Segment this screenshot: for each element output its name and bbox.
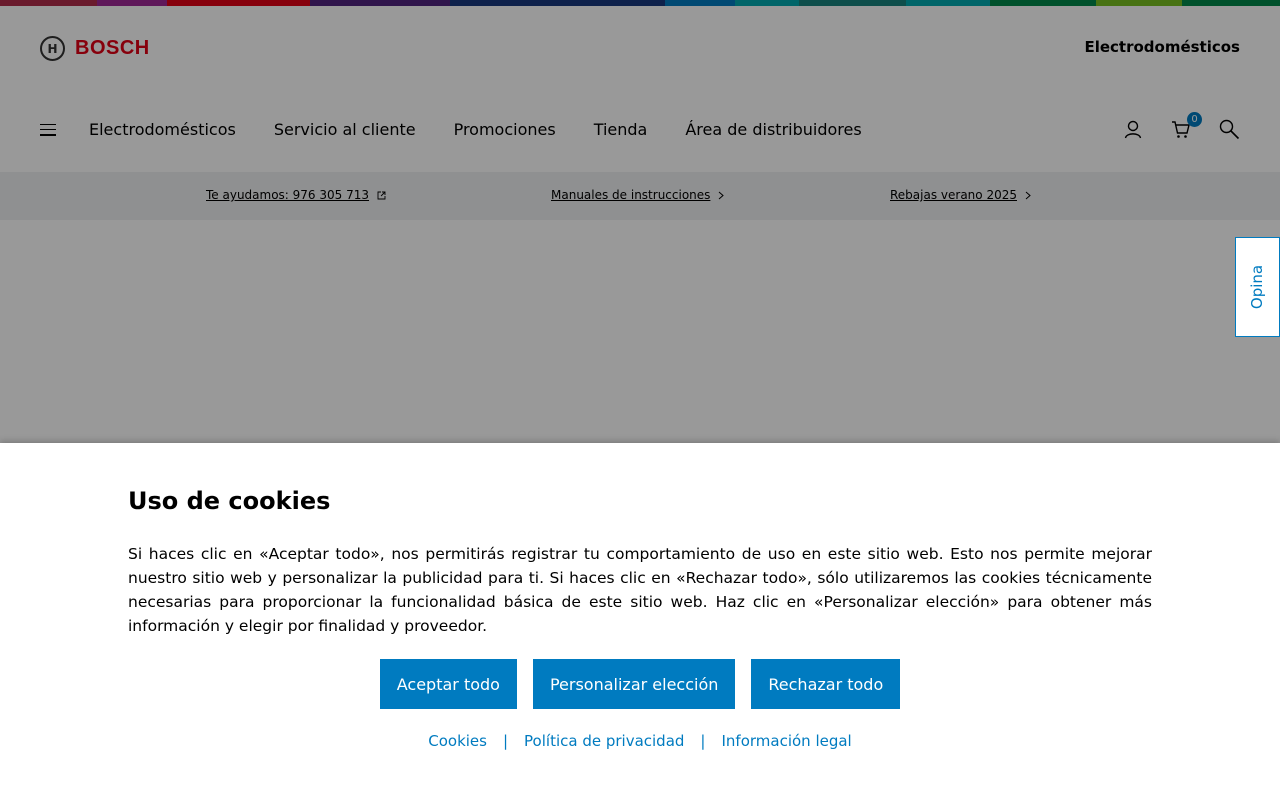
feedback-tab[interactable]: Opina bbox=[1235, 237, 1280, 337]
legal-info-link[interactable]: Información legal bbox=[721, 732, 851, 750]
legal-links: Cookies | Política de privacidad | Infor… bbox=[0, 732, 1280, 750]
feedback-label: Opina bbox=[1248, 264, 1267, 310]
privacy-link[interactable]: Política de privacidad bbox=[524, 732, 684, 750]
cookie-title: Uso de cookies bbox=[128, 487, 331, 515]
customize-button[interactable]: Personalizar elección bbox=[532, 659, 736, 709]
cookies-link[interactable]: Cookies bbox=[428, 732, 487, 750]
cookie-banner: Uso de cookies Si haces clic en «Aceptar… bbox=[0, 443, 1280, 800]
accept-all-button[interactable]: Aceptar todo bbox=[379, 659, 517, 709]
separator: | bbox=[502, 732, 509, 750]
cookie-buttons: Aceptar todo Personalizar elección Recha… bbox=[0, 659, 1280, 709]
cookie-text: Si haces clic en «Aceptar todo», nos per… bbox=[128, 545, 1152, 635]
separator: | bbox=[700, 732, 706, 750]
reject-all-button[interactable]: Rechazar todo bbox=[751, 659, 901, 709]
